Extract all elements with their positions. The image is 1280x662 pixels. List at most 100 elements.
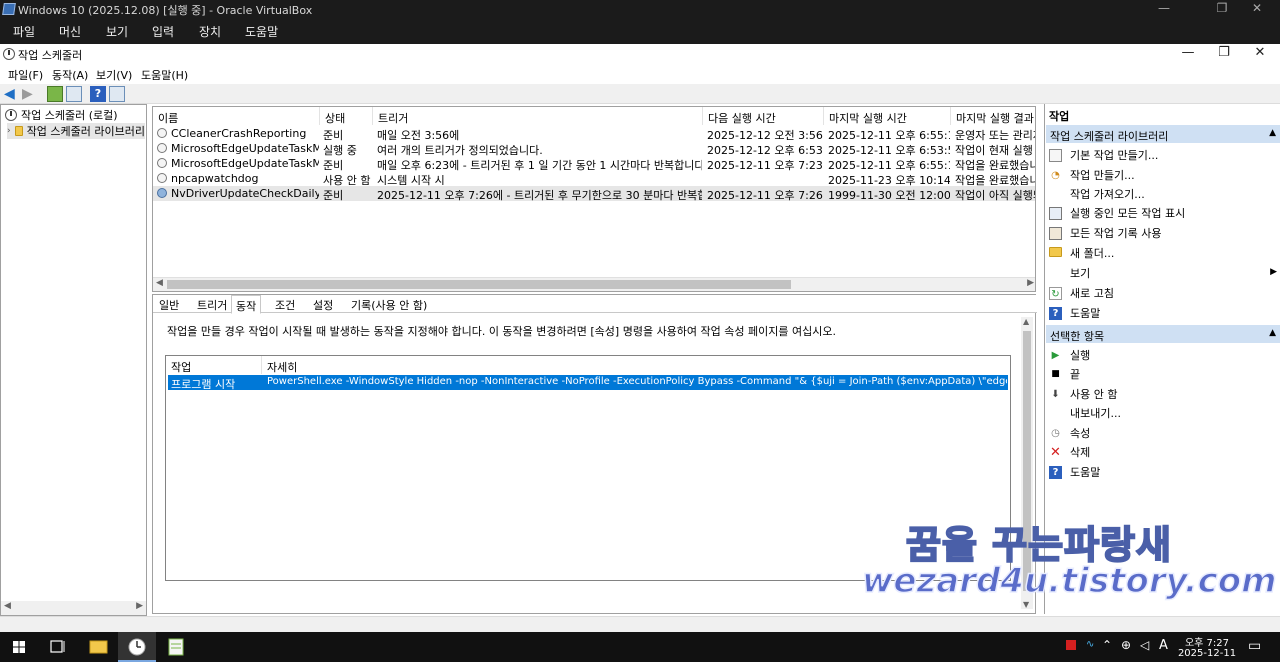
notepad-button[interactable]: [158, 632, 196, 662]
stop-icon: ■: [1051, 368, 1060, 379]
calendar-icon: [1049, 148, 1062, 162]
column-header-last-run[interactable]: 마지막 실행 시간: [824, 107, 951, 125]
network-status-icon[interactable]: ∿: [1086, 639, 1094, 650]
action-export[interactable]: 내보내기...: [1049, 404, 1121, 422]
collapse-icon[interactable]: ▲: [1269, 328, 1276, 338]
scroll-left-icon[interactable]: ◀: [156, 278, 163, 288]
globe-icon[interactable]: ⊕: [1121, 638, 1131, 652]
up-folder-icon[interactable]: [47, 86, 63, 102]
action-run[interactable]: ▶ 실행: [1049, 346, 1091, 364]
tab-settings[interactable]: 설정: [309, 297, 337, 313]
action-create-basic-task[interactable]: 기본 작업 만들기...: [1049, 146, 1158, 164]
scheduler-close-button[interactable]: ✕: [1242, 44, 1278, 64]
menu-action[interactable]: 동작(A): [52, 67, 88, 83]
vbox-menu-devices[interactable]: 장치: [199, 23, 221, 40]
collapse-icon[interactable]: ▲: [1269, 128, 1276, 138]
menu-help[interactable]: 도움말(H): [141, 67, 188, 83]
back-arrow-icon[interactable]: ◀: [4, 86, 20, 102]
tab-conditions[interactable]: 조건: [271, 297, 299, 313]
section-library-header[interactable]: 작업 스케줄러 라이브러리 ▲: [1046, 125, 1280, 143]
task-row[interactable]: MicrosoftEdgeUpdateTaskMachi... 실행 중 여러 …: [153, 141, 1035, 157]
action-create-task[interactable]: ◔ 작업 만들기...: [1049, 166, 1134, 184]
scroll-down-icon[interactable]: ▼: [1023, 600, 1029, 609]
scrollbar-thumb[interactable]: [167, 280, 791, 289]
tab-actions[interactable]: 동작: [231, 295, 262, 314]
scroll-right-icon[interactable]: ▶: [136, 601, 143, 611]
action-disable[interactable]: ⬇ 사용 안 함: [1049, 385, 1117, 403]
action-label: 사용 안 함: [1070, 388, 1118, 401]
scroll-left-icon[interactable]: ◀: [4, 601, 11, 611]
action-properties[interactable]: ◷ 속성: [1049, 424, 1090, 442]
column-header-name[interactable]: 이름: [153, 107, 320, 125]
virtualbox-icon: [2, 3, 16, 15]
clock-time[interactable]: 오후 7:27: [1180, 634, 1234, 649]
security-alert-icon[interactable]: [1066, 640, 1076, 650]
task-view-button[interactable]: [38, 632, 76, 662]
vbox-minimize-button[interactable]: —: [1141, 0, 1187, 18]
show-action-pane-icon[interactable]: [109, 86, 125, 102]
task-row-selected[interactable]: NvDriverUpdateCheckDailyUpda... 준비 2025-…: [153, 186, 1035, 202]
help-icon[interactable]: ?: [90, 86, 106, 102]
show-hide-tree-icon[interactable]: [66, 86, 82, 102]
action-refresh[interactable]: ↻ 새로 고침: [1049, 284, 1114, 302]
task-row[interactable]: npcapwatchdog 사용 안 함 시스템 시작 시 2025-11-23…: [153, 171, 1035, 187]
history-icon: [1049, 226, 1062, 240]
notification-icon[interactable]: ▭: [1248, 638, 1261, 654]
section-selected-header[interactable]: 선택한 항목 ▲: [1046, 325, 1280, 343]
tree-root[interactable]: 작업 스케줄러 (로컬): [5, 107, 118, 123]
vbox-menu-file[interactable]: 파일: [13, 23, 35, 40]
action-end[interactable]: ■ 끝: [1049, 365, 1080, 383]
clock-date[interactable]: 2025-12-11: [1176, 648, 1238, 659]
task-list: 이름 상태 트리거 다음 실행 시간 마지막 실행 시간 마지막 실행 결과 C…: [152, 106, 1036, 292]
action-column-detail[interactable]: 자세히: [262, 356, 1012, 374]
speaker-icon[interactable]: ◁: [1140, 638, 1149, 652]
action-enable-history[interactable]: 모든 작업 기록 사용: [1049, 224, 1161, 242]
menu-view[interactable]: 보기(V): [96, 67, 132, 83]
action-help-selected[interactable]: ? 도움말: [1049, 463, 1100, 481]
start-button[interactable]: [0, 632, 38, 662]
task-scheduler-taskbar-button[interactable]: [118, 632, 156, 662]
scheduler-restore-button[interactable]: ❐: [1206, 44, 1242, 64]
left-hscrollbar[interactable]: ◀ ▶: [1, 601, 146, 615]
vbox-close-button[interactable]: ✕: [1234, 0, 1280, 18]
column-header-status[interactable]: 상태: [320, 107, 373, 125]
scheduler-minimize-button[interactable]: —: [1170, 44, 1206, 64]
menu-file[interactable]: 파일(F): [8, 67, 43, 83]
refresh-icon: ↻: [1049, 286, 1062, 300]
task-row[interactable]: CCleanerCrashReporting 준비 매일 오전 3:56에 20…: [153, 126, 1035, 142]
vbox-menu-view[interactable]: 보기: [106, 23, 128, 40]
column-header-next-run[interactable]: 다음 실행 시간: [703, 107, 824, 125]
vbox-menu-help[interactable]: 도움말: [245, 23, 278, 40]
ime-indicator[interactable]: A: [1159, 638, 1168, 653]
tab-history[interactable]: 기록(사용 안 함): [347, 297, 431, 313]
task-icon: [157, 173, 167, 183]
tab-general[interactable]: 일반: [155, 297, 183, 313]
column-header-last-result[interactable]: 마지막 실행 결과: [951, 107, 1035, 125]
tab-triggers[interactable]: 트리거: [193, 297, 231, 313]
running-tasks-icon: [1049, 206, 1062, 220]
action-row-selected[interactable]: 프로그램 시작 PowerShell.exe -WindowStyle Hidd…: [168, 375, 1008, 391]
expand-chevron-icon[interactable]: ›: [7, 126, 11, 136]
action-help[interactable]: ? 도움말: [1049, 304, 1100, 322]
scroll-up-icon[interactable]: ▲: [1023, 317, 1029, 326]
task-icon: [157, 158, 167, 168]
forward-arrow-icon[interactable]: ▶: [22, 86, 38, 102]
chevron-up-icon[interactable]: ⌃: [1102, 638, 1112, 652]
tree-library[interactable]: › 작업 스케줄러 라이브러리: [7, 123, 145, 139]
vbox-menu-machine[interactable]: 머신: [59, 23, 81, 40]
file-explorer-button[interactable]: [80, 632, 118, 662]
task-list-hscrollbar[interactable]: ◀ ▶: [153, 277, 1035, 291]
action-view[interactable]: 보기 ▶: [1049, 264, 1277, 282]
action-new-folder[interactable]: 새 폴더...: [1049, 244, 1114, 262]
action-show-running-tasks[interactable]: 실행 중인 모든 작업 표시: [1049, 204, 1185, 222]
action-column-type[interactable]: 작업: [166, 356, 262, 374]
scroll-right-icon[interactable]: ▶: [1027, 278, 1034, 288]
scheduler-titlebar: 작업 스케줄러 — ❐ ✕: [0, 44, 1280, 64]
tree-root-label: 작업 스케줄러 (로컬): [21, 109, 118, 122]
action-delete[interactable]: ✕ 삭제: [1049, 443, 1090, 461]
vbox-menu-input[interactable]: 입력: [152, 23, 174, 40]
action-import-task[interactable]: 작업 가져오기...: [1049, 185, 1145, 203]
task-row[interactable]: MicrosoftEdgeUpdateTaskMachi... 준비 매일 오후…: [153, 156, 1035, 172]
action-type: 프로그램 시작: [171, 378, 236, 391]
column-header-trigger[interactable]: 트리거: [373, 107, 703, 125]
